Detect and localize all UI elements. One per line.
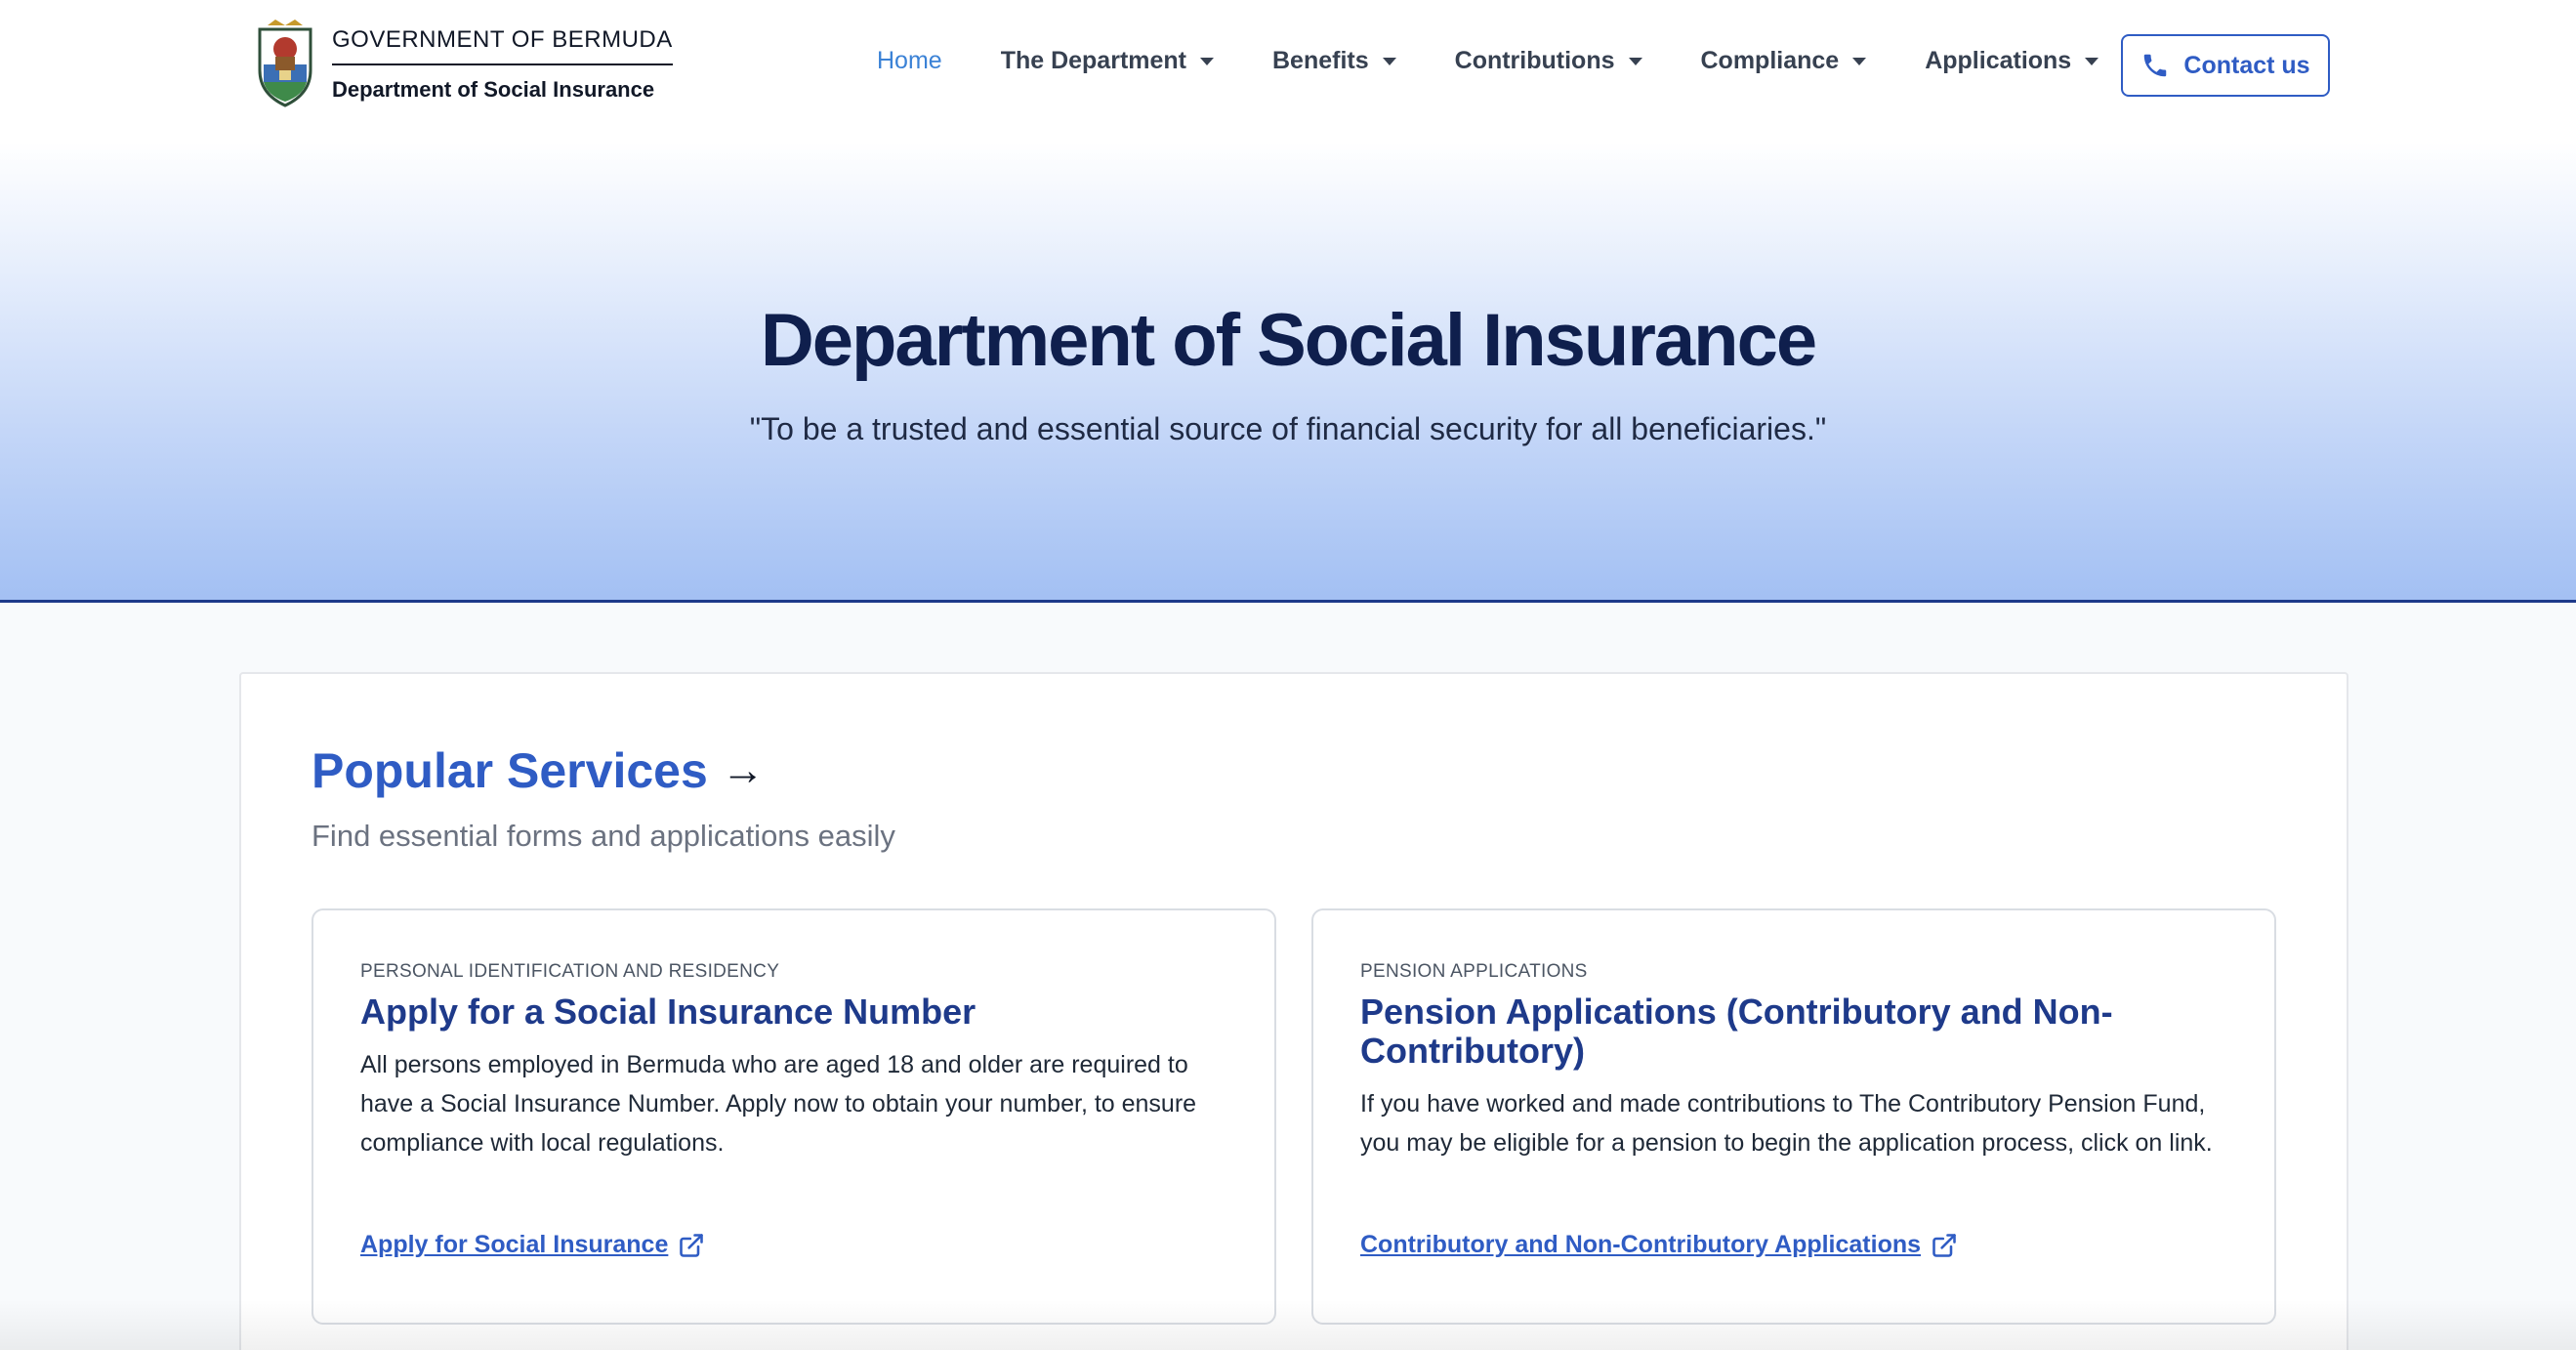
nav-home-label: Home [877, 47, 942, 74]
arrow-right-icon: → [721, 746, 765, 794]
card-description: All persons employed in Bermuda who are … [360, 1051, 1197, 1157]
popular-services-title: Popular Services [312, 743, 708, 798]
nav-benefits[interactable]: Benefits [1272, 47, 1396, 75]
page-title: Department of Social Insurance [760, 299, 1817, 382]
pension-applications-link[interactable]: Contributory and Non-Contributory Applic… [1360, 1231, 1958, 1259]
phone-icon [2144, 54, 2167, 77]
site-header: GOVERNMENT OF BERMUDA Department of Soci… [0, 0, 2576, 142]
service-card-pension-applications: PENSION APPLICATIONS Pension Application… [1311, 908, 2276, 1325]
service-card-social-insurance: PERSONAL IDENTIFICATION AND RESIDENCY Ap… [312, 908, 1276, 1325]
card-link-label: Contributory and Non-Contributory Applic… [1360, 1231, 1922, 1258]
apply-social-insurance-link[interactable]: Apply for Social Insurance [360, 1231, 705, 1259]
nav-the-department[interactable]: The Department [1001, 47, 1214, 75]
bermuda-crest-icon [258, 20, 312, 107]
main-nav: Home The Department Benefits Contributio… [877, 47, 2157, 75]
card-category: PENSION APPLICATIONS [1360, 961, 1588, 982]
caret-down-icon [1852, 57, 1867, 65]
nav-compliance[interactable]: Compliance [1701, 47, 1867, 75]
external-link-icon [1932, 1233, 1956, 1257]
caret-down-icon [1200, 57, 1214, 65]
brand-department-text: Department of Social Insurance [332, 77, 655, 102]
caret-down-icon [2085, 57, 2099, 65]
popular-services-heading-link[interactable]: Popular Services → [312, 742, 765, 799]
mission-tagline: "To be a trusted and essential source of… [749, 411, 1827, 446]
card-title: Pension Applications (Contributory and N… [1360, 991, 2113, 1071]
popular-services-panel: Popular Services → Find essential forms … [239, 672, 2348, 1350]
nav-contributions[interactable]: Contributions [1455, 47, 1642, 75]
card-category: PERSONAL IDENTIFICATION AND RESIDENCY [360, 961, 780, 982]
external-link-icon [680, 1233, 704, 1257]
nav-home[interactable]: Home [877, 47, 942, 75]
card-description: If you have worked and made contribution… [1360, 1090, 2213, 1157]
nav-applications[interactable]: Applications [1925, 47, 2099, 75]
nav-the-department-label: The Department [1000, 47, 1186, 74]
nav-compliance-label: Compliance [1700, 47, 1840, 74]
caret-down-icon [1628, 57, 1642, 65]
nav-applications-label: Applications [1925, 47, 2072, 74]
contact-us-label: Contact us [2183, 51, 2310, 79]
brand-logo-link[interactable]: GOVERNMENT OF BERMUDA Department of Soci… [254, 20, 673, 109]
nav-contributions-label: Contributions [1454, 47, 1615, 74]
popular-services-subtitle: Find essential forms and applications ea… [312, 819, 895, 853]
brand-government-text: GOVERNMENT OF BERMUDA [332, 26, 673, 65]
nav-benefits-label: Benefits [1272, 47, 1369, 74]
contact-us-button[interactable]: Contact us [2121, 34, 2330, 97]
hero-banner: Department of Social Insurance "To be a … [0, 142, 2576, 603]
card-title: Apply for a Social Insurance Number [360, 991, 976, 1032]
caret-down-icon [1382, 57, 1396, 65]
card-link-label: Apply for Social Insurance [360, 1231, 669, 1258]
